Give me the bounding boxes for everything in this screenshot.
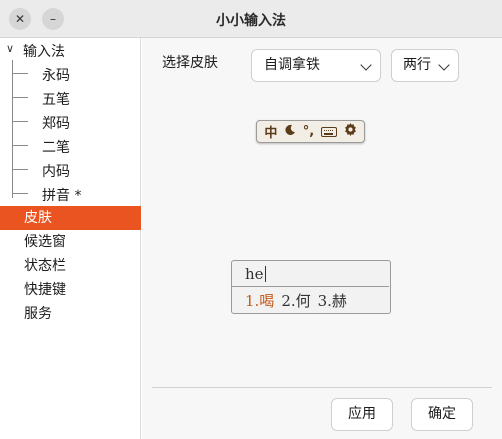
text-cursor xyxy=(264,266,266,282)
sidebar-item-pinyin[interactable]: 拼音 * xyxy=(12,182,141,206)
sidebar-item-yongma[interactable]: 永码 xyxy=(12,62,141,86)
sidebar-item-label: 五笔 xyxy=(42,92,70,108)
sidebar-item-label: 内码 xyxy=(42,164,70,180)
chevron-down-icon xyxy=(438,59,450,71)
chinese-mode-indicator: 中 xyxy=(264,126,278,141)
chevron-down-icon xyxy=(360,59,372,71)
candidate-item: 1.喝 xyxy=(245,292,275,310)
candidate-item: 2.何 xyxy=(281,292,311,310)
sidebar-item-label: 永码 xyxy=(42,68,70,84)
tree-hook xyxy=(12,193,28,194)
skin-settings-panel: 选择皮肤 自调拿铁 两行 中 °, he 1.喝 2.何 3.赫 应用 确定 xyxy=(142,38,502,439)
sidebar-item-neima[interactable]: 内码 xyxy=(12,158,141,182)
sidebar-item-status-bar[interactable]: 状态栏 xyxy=(0,254,141,278)
sidebar-item-wubi[interactable]: 五笔 xyxy=(12,86,141,110)
sidebar: ∨ 输入法 永码 五笔 郑码 二笔 内码 拼音 * 皮肤 候选窗 状态栏 快捷键… xyxy=(0,38,141,439)
lines-dropdown-value: 两行 xyxy=(403,57,431,73)
sidebar-item-zhengma[interactable]: 郑码 xyxy=(12,110,141,134)
tree-hook xyxy=(12,121,28,122)
candidate-lines-dropdown[interactable]: 两行 xyxy=(391,49,459,82)
tree-hook xyxy=(12,145,28,146)
sidebar-item-label: 输入法 xyxy=(23,44,65,60)
tree-hook xyxy=(12,97,28,98)
candidate-item: 3.赫 xyxy=(317,292,347,310)
keyboard-icon xyxy=(320,126,337,137)
sidebar-item-label: 拼音 * xyxy=(42,188,82,204)
ok-button[interactable]: 确定 xyxy=(411,398,473,431)
sidebar-item-shortcuts[interactable]: 快捷键 xyxy=(0,278,141,302)
sidebar-item-skin[interactable]: 皮肤 xyxy=(0,206,141,230)
footer-divider xyxy=(152,387,492,388)
gear-icon xyxy=(344,123,357,140)
candidate-window-preview: he 1.喝 2.何 3.赫 xyxy=(231,260,391,314)
moon-icon xyxy=(284,124,296,140)
skin-dropdown-value: 自调拿铁 xyxy=(264,57,320,73)
tree-hook xyxy=(12,169,28,170)
sidebar-item-label: 二笔 xyxy=(42,140,70,156)
apply-button[interactable]: 应用 xyxy=(331,398,393,431)
status-bar-preview: 中 °, xyxy=(256,120,365,143)
punctuation-indicator: °, xyxy=(302,124,315,139)
chevron-down-icon[interactable]: ∨ xyxy=(6,42,14,55)
candidate-list: 1.喝 2.何 3.赫 xyxy=(245,290,354,311)
sidebar-item-input-method[interactable]: ∨ 输入法 xyxy=(0,38,141,62)
sidebar-item-erbi[interactable]: 二笔 xyxy=(12,134,141,158)
preedit-text: he xyxy=(245,265,264,283)
title-bar: ✕ – 小小输入法 xyxy=(0,0,502,38)
window-title: 小小输入法 xyxy=(216,13,286,29)
skin-dropdown[interactable]: 自调拿铁 xyxy=(251,49,381,82)
sidebar-item-service[interactable]: 服务 xyxy=(0,302,141,326)
sidebar-item-candidate-window[interactable]: 候选窗 xyxy=(0,230,141,254)
skin-select-label: 选择皮肤 xyxy=(162,55,218,71)
sidebar-item-label: 郑码 xyxy=(42,116,70,132)
tree-hook xyxy=(12,73,28,74)
preedit-row: he xyxy=(232,261,389,287)
